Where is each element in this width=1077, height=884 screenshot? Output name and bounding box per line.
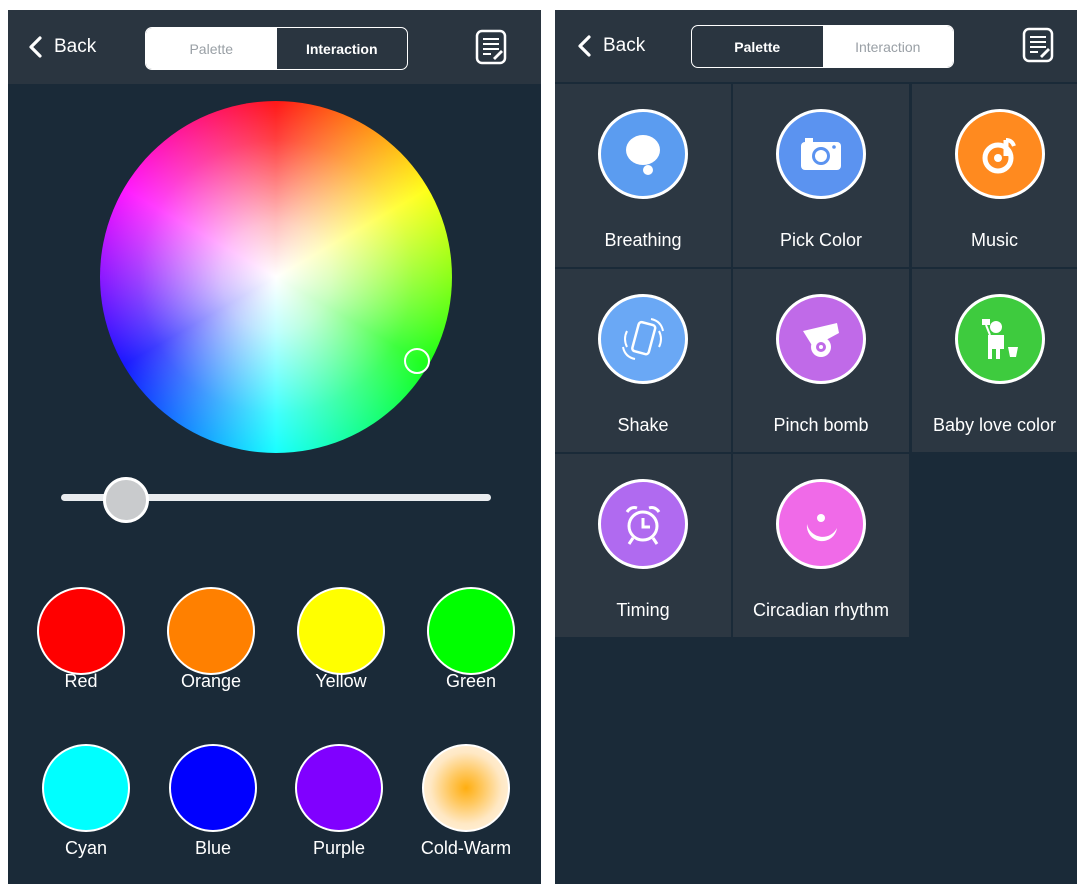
preset-label: Cyan (64, 838, 108, 858)
top-bar: Back Palette Interaction (8, 10, 541, 84)
preset-label: Orange (180, 671, 242, 691)
mode-label: Pinch bomb (773, 415, 869, 435)
mode-tile-pinch-bomb[interactable]: Pinch bomb (733, 269, 909, 452)
shake-phone-icon (598, 294, 688, 384)
preset-label: Blue (194, 838, 232, 858)
preset-label: Yellow (315, 671, 367, 691)
mode-segmented-control: Palette Interaction (145, 27, 408, 70)
preset-swatch-orange[interactable] (167, 587, 255, 675)
top-bar: Back Palette Interaction (555, 10, 1077, 82)
mode-label: Breathing (604, 230, 682, 250)
mode-tile-music[interactable]: Music (912, 84, 1077, 267)
back-label: Back (603, 35, 646, 56)
preset-swatch-blue[interactable] (169, 744, 257, 832)
interaction-screen: Back Palette Interaction Breathing Pick … (555, 10, 1077, 884)
color-wheel-picker[interactable] (404, 348, 430, 374)
palette-screen: Back Palette Interaction Red Orange Yell… (8, 10, 541, 884)
preset-label: Red (64, 671, 98, 691)
mode-tile-baby-love-color[interactable]: Baby love color (912, 269, 1077, 452)
mode-label: Timing (616, 600, 670, 620)
mode-tile-timing[interactable]: Timing (555, 454, 731, 637)
camera-icon (776, 109, 866, 199)
tab-interaction[interactable]: Interaction (277, 28, 408, 69)
preset-swatch-cold-warm[interactable] (422, 744, 510, 832)
alarm-clock-icon (598, 479, 688, 569)
chevron-left-icon (29, 36, 42, 58)
notes-icon[interactable] (1018, 25, 1058, 65)
cannon-icon (776, 294, 866, 384)
tab-palette[interactable]: Palette (146, 28, 277, 69)
preset-swatch-cyan[interactable] (42, 744, 130, 832)
back-label: Back (54, 36, 97, 57)
tab-interaction[interactable]: Interaction (822, 26, 953, 67)
preset-label: Purple (312, 838, 366, 858)
preset-swatch-yellow[interactable] (297, 587, 385, 675)
mode-tile-breathing[interactable]: Breathing (555, 84, 731, 267)
preset-swatch-green[interactable] (427, 587, 515, 675)
mode-tile-shake[interactable]: Shake (555, 269, 731, 452)
bubble-icon (598, 109, 688, 199)
back-button[interactable]: Back (28, 26, 96, 68)
preset-swatch-red[interactable] (37, 587, 125, 675)
mode-label: Shake (617, 415, 669, 435)
preset-label: Cold-Warm (420, 838, 512, 858)
mode-segmented-control: Palette Interaction (691, 25, 954, 68)
music-note-icon (955, 109, 1045, 199)
mode-tile-pick-color[interactable]: Pick Color (733, 84, 909, 267)
mode-label: Baby love color (932, 415, 1057, 435)
notes-icon[interactable] (471, 27, 511, 67)
mode-tile-circadian-rhythm[interactable]: Circadian rhythm (733, 454, 909, 637)
mode-label: Pick Color (779, 230, 863, 250)
moon-icon (776, 479, 866, 569)
chevron-left-icon (578, 35, 591, 57)
color-wheel[interactable] (100, 101, 452, 453)
child-painting-icon (955, 294, 1045, 384)
preset-swatch-purple[interactable] (295, 744, 383, 832)
mode-label: Music (970, 230, 1018, 250)
preset-label: Green (445, 671, 497, 691)
tab-palette[interactable]: Palette (692, 26, 823, 67)
back-button[interactable]: Back (577, 25, 645, 67)
brightness-slider-thumb[interactable] (102, 477, 149, 523)
mode-label: Circadian rhythm (752, 600, 890, 620)
